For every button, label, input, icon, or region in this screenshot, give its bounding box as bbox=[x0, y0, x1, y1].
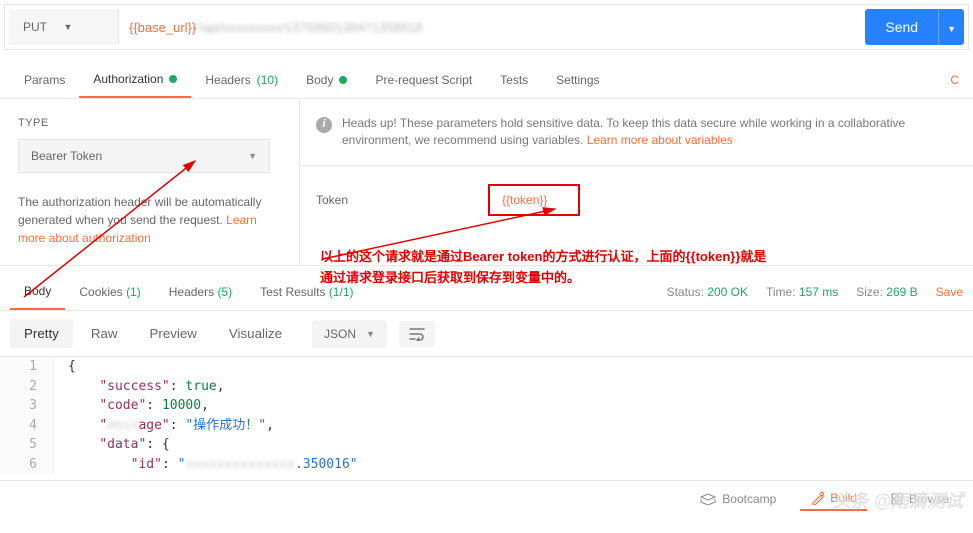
visualize-button[interactable]: Visualize bbox=[215, 319, 296, 348]
build-icon bbox=[810, 491, 824, 505]
wrap-icon bbox=[409, 327, 425, 341]
line-number: 3 bbox=[0, 396, 54, 416]
size-value: 269 B bbox=[886, 285, 917, 299]
auth-type-select[interactable]: Bearer Token ▼ bbox=[18, 139, 270, 173]
raw-button[interactable]: Raw bbox=[77, 319, 132, 348]
tabs-right-indicator: C bbox=[946, 63, 963, 97]
tab-settings[interactable]: Settings bbox=[542, 63, 613, 97]
tab-params[interactable]: Params bbox=[10, 63, 79, 97]
info-icon: i bbox=[316, 117, 332, 133]
pretty-button[interactable]: Pretty bbox=[10, 319, 73, 348]
request-tabs: Params Authorization Headers (10) Body P… bbox=[0, 62, 973, 99]
request-bar: PUT ▼ {{base_url}} /api/xxxxxxxxx/137586… bbox=[4, 4, 969, 50]
authorization-panel: TYPE Bearer Token ▼ The authorization he… bbox=[0, 99, 973, 266]
tab-headers[interactable]: Headers (10) bbox=[191, 63, 292, 97]
tab-authorization[interactable]: Authorization bbox=[79, 62, 191, 98]
preview-button[interactable]: Preview bbox=[135, 319, 210, 348]
token-input[interactable]: {{token}} bbox=[488, 184, 580, 216]
url-variable: {{base_url}} bbox=[129, 20, 196, 35]
type-label: TYPE bbox=[18, 117, 281, 129]
chevron-down-icon: ▼ bbox=[64, 22, 105, 32]
bootcamp-link[interactable]: Bootcamp bbox=[690, 488, 786, 510]
indicator-dot-icon bbox=[169, 75, 177, 83]
line-number: 2 bbox=[0, 377, 54, 397]
token-row: Token {{token}} bbox=[300, 184, 973, 216]
response-tab-body[interactable]: Body bbox=[10, 274, 65, 310]
send-dropdown[interactable]: ▼ bbox=[938, 9, 964, 45]
indicator-dot-icon bbox=[339, 76, 347, 84]
auth-right-column: i Heads up! These parameters hold sensit… bbox=[300, 99, 973, 265]
line-number: 4 bbox=[0, 416, 54, 436]
headers-count: (10) bbox=[257, 73, 278, 87]
heads-up-banner: i Heads up! These parameters hold sensit… bbox=[300, 115, 973, 166]
bootcamp-icon bbox=[700, 493, 716, 505]
line-number: 5 bbox=[0, 435, 54, 455]
send-button[interactable]: Send bbox=[865, 9, 938, 45]
send-button-group: Send ▼ bbox=[865, 9, 964, 45]
chevron-down-icon: ▼ bbox=[366, 329, 375, 339]
tab-body[interactable]: Body bbox=[292, 63, 361, 97]
token-label: Token bbox=[316, 193, 348, 207]
url-input[interactable]: {{base_url}} /api/xxxxxxxxx/137586013847… bbox=[119, 9, 865, 45]
response-tab-cookies[interactable]: Cookies (1) bbox=[65, 275, 154, 309]
auth-description: The authorization header will be automat… bbox=[18, 193, 281, 247]
tab-pre-request[interactable]: Pre-request Script bbox=[361, 63, 486, 97]
response-tab-headers[interactable]: Headers (5) bbox=[155, 275, 246, 309]
http-method-value: PUT bbox=[23, 20, 64, 34]
save-response-link[interactable]: Save bbox=[936, 285, 963, 299]
line-number: 6 bbox=[0, 455, 54, 475]
watermark: 头条 @雨滴测试 bbox=[832, 487, 963, 513]
annotation-text: 以上的这个请求就是通过Bearer token的方式进行认证，上面的{{toke… bbox=[320, 247, 880, 289]
auth-left-column: TYPE Bearer Token ▼ The authorization he… bbox=[0, 99, 300, 265]
url-path: /api/xxxxxxxxx/1375860138471358818 bbox=[198, 20, 422, 35]
chevron-down-icon: ▼ bbox=[248, 151, 257, 161]
response-body-view[interactable]: 1{ 2 "success": true, 3 "code": 10000, 4… bbox=[0, 357, 973, 474]
tab-tests[interactable]: Tests bbox=[486, 63, 542, 97]
http-method-select[interactable]: PUT ▼ bbox=[9, 9, 119, 45]
learn-more-variables-link[interactable]: Learn more about variables bbox=[587, 133, 733, 147]
auth-type-value: Bearer Token bbox=[31, 149, 102, 163]
body-format-select[interactable]: JSON▼ bbox=[312, 320, 387, 348]
wrap-lines-button[interactable] bbox=[399, 321, 435, 347]
line-number: 1 bbox=[0, 357, 54, 377]
response-toolbar: Pretty Raw Preview Visualize JSON▼ bbox=[0, 311, 973, 357]
bottom-bar: Bootcamp Build Browse bbox=[0, 480, 973, 517]
chevron-down-icon: ▼ bbox=[947, 24, 956, 34]
